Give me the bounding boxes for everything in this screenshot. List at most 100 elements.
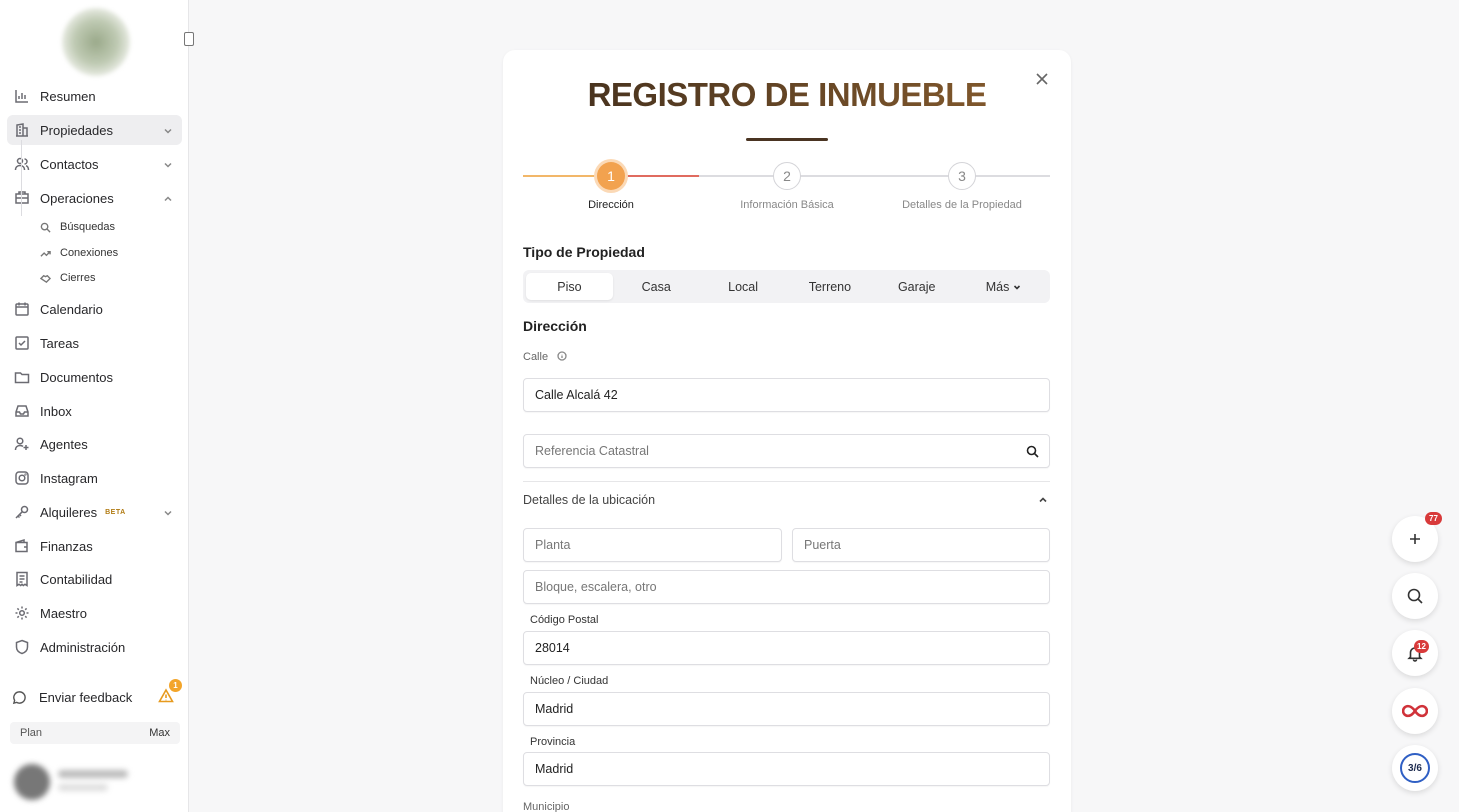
tab-mas-label: Más (985, 279, 1010, 294)
province-label: Provincia (530, 736, 576, 748)
sidebar-item-label: Alquileres (40, 504, 98, 520)
property-type-heading: Tipo de Propiedad (523, 244, 645, 260)
postal-code-input[interactable]: 28014 (523, 631, 1050, 665)
sidebar-item-label: Documentos (40, 369, 113, 385)
handshake-icon (13, 189, 31, 207)
step-1-label: Dirección (588, 199, 634, 211)
sidebar-item-label: Calendario (40, 301, 103, 317)
receipt-icon (13, 570, 31, 588)
sidebar-item-label: Tareas (40, 335, 80, 351)
chevron-down-icon (162, 124, 174, 136)
street-input[interactable]: Calle Alcalá 42 (523, 378, 1050, 412)
trend-icon (40, 250, 51, 257)
key-icon (13, 503, 31, 521)
door-input[interactable]: Puerta (792, 528, 1050, 562)
cadastral-reference-input[interactable]: Referencia Catastral (523, 434, 1050, 468)
sidebar-item-administracion[interactable]: Administración (7, 632, 182, 662)
search-icon[interactable] (1026, 445, 1039, 458)
infinity-app-button[interactable] (1392, 688, 1438, 734)
step-2-indicator[interactable]: 2 (773, 162, 801, 190)
plan-indicator: Plan Max (10, 722, 180, 744)
sidebar-subitem-label: Cierres (60, 272, 96, 284)
sidebar-item-label: Instagram (40, 470, 98, 486)
tab-mas[interactable]: Más (960, 273, 1047, 300)
chevron-up-icon (1039, 497, 1047, 503)
step-3-indicator[interactable]: 3 (948, 162, 976, 190)
sidebar-item-label: Contactos (40, 156, 99, 172)
sidebar-item-finanzas[interactable]: Finanzas (7, 531, 182, 561)
tab-piso[interactable]: Piso (526, 273, 613, 300)
tab-casa[interactable]: Casa (613, 273, 700, 300)
postal-code-label: Código Postal (530, 614, 599, 626)
sidebar-item-propiedades[interactable]: Propiedades (7, 115, 182, 145)
step-2-label: Información Básica (740, 199, 834, 211)
city-input[interactable]: Madrid (523, 692, 1050, 726)
chevron-up-icon (162, 192, 174, 204)
tab-local[interactable]: Local (700, 273, 787, 300)
users-icon (13, 155, 31, 173)
submenu-guide-line (21, 140, 22, 216)
global-search-button[interactable] (1392, 573, 1438, 619)
sidebar-toggle-icon[interactable] (184, 32, 194, 46)
location-details-toggle[interactable]: Detalles de la ubicación (523, 491, 1050, 509)
notifications-count-badge: 12 (1414, 640, 1429, 653)
property-type-tabs: Piso Casa Local Terreno Garaje Más (523, 270, 1050, 303)
sidebar-item-alquileres[interactable]: Alquileres BETA (7, 497, 182, 527)
floor-input[interactable]: Planta (523, 528, 782, 562)
sidebar-item-label: Resumen (40, 88, 96, 104)
info-icon[interactable] (557, 351, 567, 361)
logo (62, 8, 130, 76)
user-profile[interactable] (10, 758, 140, 802)
street-label-text: Calle (523, 351, 549, 363)
city-label: Núcleo / Ciudad (530, 675, 609, 687)
municipality-label: Municipio (523, 801, 570, 812)
user-plus-icon (13, 435, 31, 453)
stepper-track-line (699, 175, 1050, 177)
sidebar-item-label: Inbox (40, 403, 72, 419)
sidebar-item-label: Operaciones (40, 190, 114, 206)
divider (523, 481, 1050, 482)
user-email-blurred (58, 784, 108, 791)
cadastral-placeholder: Referencia Catastral (535, 444, 649, 458)
wallet-icon (13, 537, 31, 555)
onboarding-progress-button[interactable]: 3/6 (1392, 745, 1438, 791)
notifications-button[interactable] (1392, 630, 1438, 676)
chevron-down-icon (162, 158, 174, 170)
title-underline (746, 138, 828, 141)
infinity-icon (1402, 704, 1428, 718)
instagram-icon (13, 469, 31, 487)
address-heading: Dirección (523, 318, 587, 334)
progress-ring: 3/6 (1400, 753, 1430, 783)
sidebar-item-operaciones[interactable]: Operaciones (7, 183, 182, 213)
modal-title: REGISTRO DE INMUEBLE (503, 76, 1071, 114)
inbox-icon (13, 402, 31, 420)
beta-badge: BETA (105, 508, 126, 516)
sidebar-item-instagram[interactable]: Instagram (7, 463, 182, 493)
folder-icon (13, 368, 31, 386)
feedback-button[interactable]: Enviar feedback (12, 685, 182, 709)
tab-terreno[interactable]: Terreno (786, 273, 873, 300)
sidebar-item-resumen[interactable]: Resumen (7, 81, 182, 111)
sidebar-item-contabilidad[interactable]: Contabilidad (7, 564, 182, 594)
block-input[interactable]: Bloque, escalera, otro (523, 570, 1050, 604)
step-1-indicator[interactable]: 1 (597, 162, 625, 190)
search-icon (1407, 588, 1423, 604)
province-input[interactable]: Madrid (523, 752, 1050, 786)
tab-garaje[interactable]: Garaje (873, 273, 960, 300)
sidebar-subitem-cierres[interactable]: Cierres (40, 267, 95, 289)
sidebar-item-calendario[interactable]: Calendario (7, 294, 182, 324)
sidebar-subitem-label: Conexiones (60, 247, 119, 259)
sidebar-item-documentos[interactable]: Documentos (7, 362, 182, 392)
sidebar-item-tareas[interactable]: Tareas (7, 328, 182, 358)
sidebar-item-agentes[interactable]: Agentes (7, 429, 182, 459)
sidebar-item-inbox[interactable]: Inbox (7, 396, 182, 426)
sidebar-item-contactos[interactable]: Contactos (7, 149, 182, 179)
sidebar-item-maestro[interactable]: Maestro (7, 598, 182, 628)
step-3-label: Detalles de la Propiedad (902, 199, 1022, 211)
plan-label: Plan (20, 727, 43, 739)
sidebar-item-label: Maestro (40, 605, 87, 621)
checkbox-icon (13, 334, 31, 352)
sidebar-subitem-conexiones[interactable]: Conexiones (40, 242, 118, 264)
sidebar-subitem-busquedas[interactable]: Búsquedas (40, 216, 115, 238)
feedback-count-badge: 1 (169, 679, 182, 692)
